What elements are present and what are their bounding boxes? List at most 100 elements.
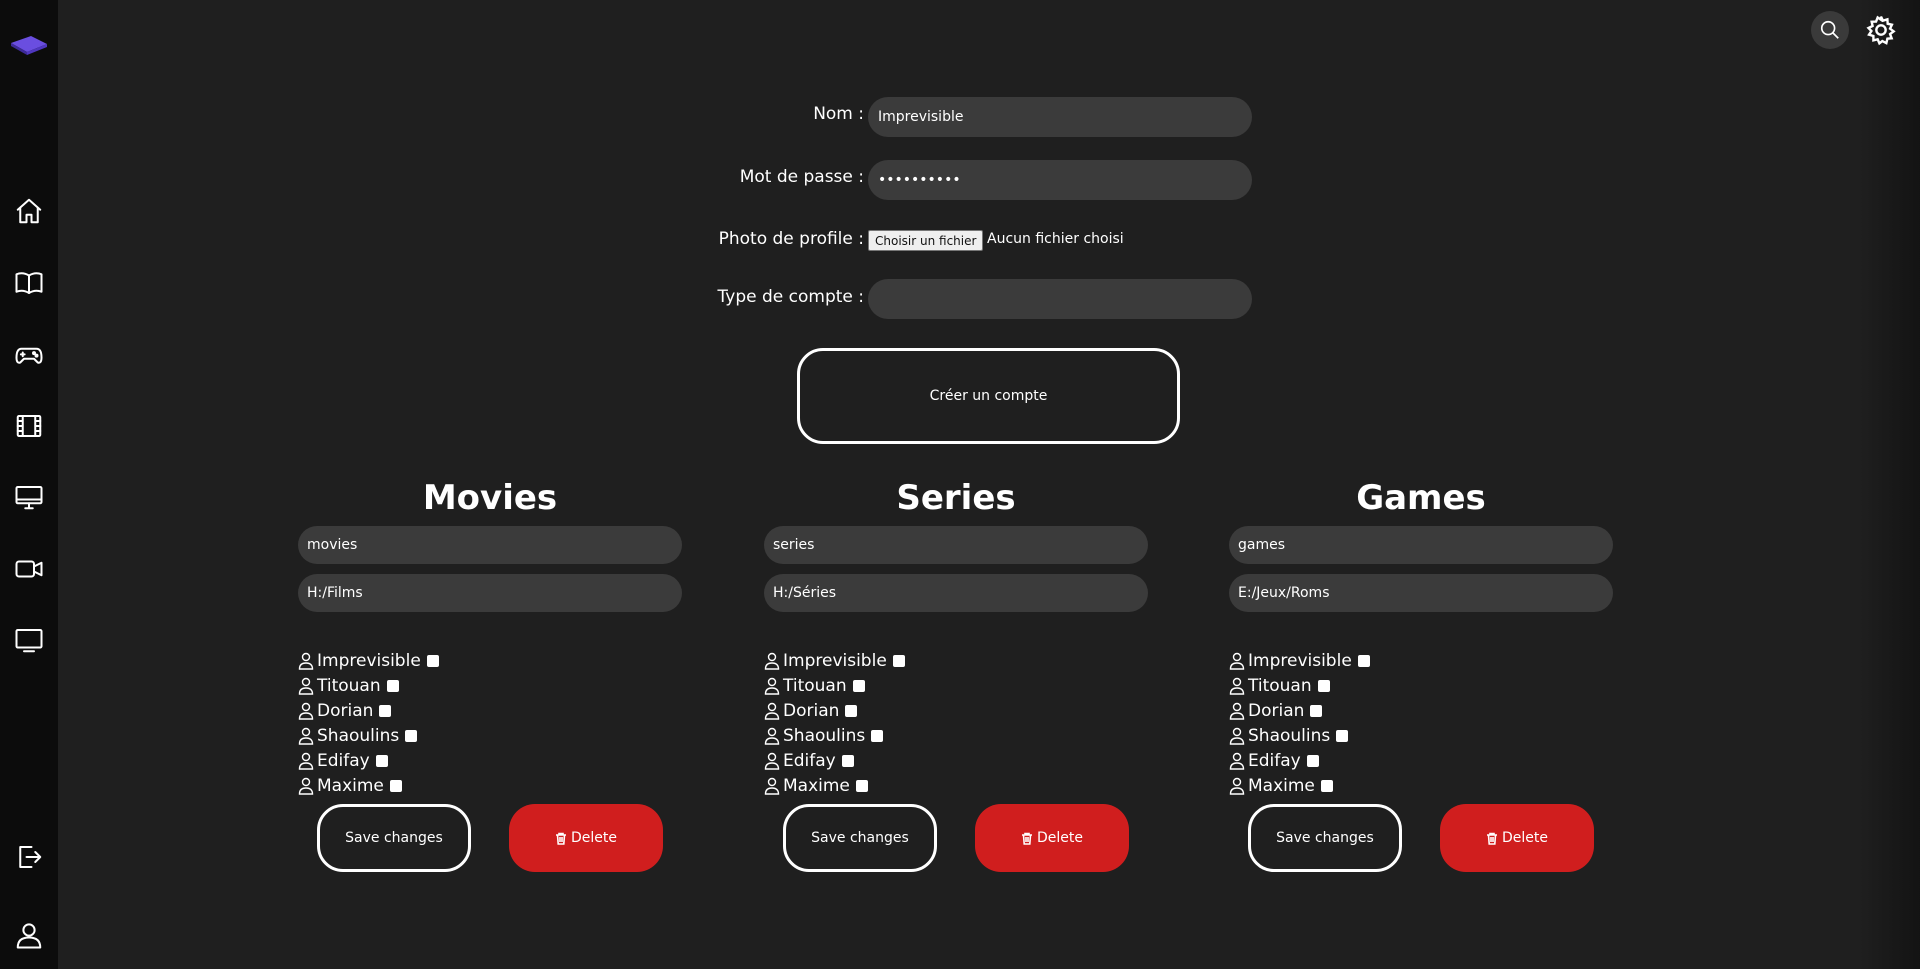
library-path-input[interactable]: E:/Jeux/Roms (1229, 574, 1613, 612)
user-checkbox[interactable] (845, 704, 858, 717)
user-row: Dorian (1229, 698, 1613, 723)
user-checkbox[interactable] (1317, 679, 1330, 692)
user-icon (764, 727, 780, 745)
user-icon (298, 727, 314, 745)
user-icon (1229, 752, 1245, 770)
user-checkbox[interactable] (389, 779, 402, 792)
delete-label: Delete (571, 830, 617, 846)
delete-button[interactable]: Delete (509, 804, 663, 872)
user-checkbox[interactable] (855, 779, 868, 792)
logout-icon[interactable] (11, 839, 47, 875)
user-name: Titouan (317, 675, 381, 696)
user-name: Titouan (783, 675, 847, 696)
user-row: Edifay (764, 748, 1148, 773)
name-input[interactable]: Imprevisible (868, 97, 1252, 137)
user-name: Edifay (783, 750, 836, 771)
film-icon[interactable] (11, 408, 47, 444)
monitor-icon[interactable] (11, 479, 47, 515)
tv-icon[interactable] (11, 622, 47, 658)
user-checkbox[interactable] (852, 679, 865, 692)
trash-icon (1022, 832, 1032, 845)
user-name: Edifay (1248, 750, 1301, 771)
user-name: Maxime (1248, 775, 1315, 796)
user-row: Shaoulins (298, 723, 682, 748)
file-status-text: Aucun fichier choisi (987, 231, 1124, 247)
user-icon (298, 777, 314, 795)
library-name-input[interactable]: games (1229, 526, 1613, 564)
user-name: Maxime (783, 775, 850, 796)
trash-icon (556, 832, 566, 845)
save-button[interactable]: Save changes (317, 804, 471, 872)
save-button[interactable]: Save changes (783, 804, 937, 872)
user-icon (298, 702, 314, 720)
gear-icon[interactable] (1862, 11, 1900, 49)
user-row: Titouan (1229, 673, 1613, 698)
user-checkbox[interactable] (1336, 729, 1349, 742)
user-checkbox[interactable] (386, 679, 399, 692)
user-row: Shaoulins (764, 723, 1148, 748)
user-icon[interactable] (11, 917, 47, 953)
user-row: Dorian (764, 698, 1148, 723)
library-path-input[interactable]: H:/Films (298, 574, 682, 612)
user-icon (1229, 677, 1245, 695)
user-checkbox[interactable] (871, 729, 884, 742)
user-checkbox[interactable] (841, 754, 854, 767)
library-path-input[interactable]: H:/Séries (764, 574, 1148, 612)
user-row: Imprevisible (298, 648, 682, 673)
user-icon (764, 777, 780, 795)
user-row: Dorian (298, 698, 682, 723)
user-checkbox[interactable] (426, 654, 439, 667)
library-name-input[interactable]: movies (298, 526, 682, 564)
password-input[interactable]: •••••••••• (868, 160, 1252, 200)
user-icon (764, 677, 780, 695)
section-title: Games (1356, 478, 1486, 518)
user-checkbox[interactable] (1357, 654, 1370, 667)
name-label: Nom : (813, 104, 864, 124)
user-checkbox[interactable] (1310, 704, 1323, 717)
account-type-input[interactable] (868, 279, 1252, 319)
section-series: Series series H:/Séries Imprevisible Tit… (764, 470, 1148, 874)
delete-button[interactable]: Delete (975, 804, 1129, 872)
account-type-label: Type de compte : (717, 287, 864, 307)
user-checkbox[interactable] (375, 754, 388, 767)
user-name: Titouan (1248, 675, 1312, 696)
user-checkbox[interactable] (1306, 754, 1319, 767)
user-icon (1229, 652, 1245, 670)
user-checkbox[interactable] (379, 704, 392, 717)
user-name: Dorian (1248, 700, 1305, 721)
delete-label: Delete (1502, 830, 1548, 846)
user-row: Edifay (298, 748, 682, 773)
user-name: Imprevisible (1248, 650, 1352, 671)
photo-label: Photo de profile : (718, 229, 864, 249)
user-row: Imprevisible (1229, 648, 1613, 673)
delete-button[interactable]: Delete (1440, 804, 1594, 872)
button-row: Save changes Delete (1229, 804, 1613, 874)
book-icon[interactable] (11, 265, 47, 301)
choose-file-button[interactable]: Choisir un fichier (868, 230, 984, 251)
user-row: Imprevisible (764, 648, 1148, 673)
user-row: Maxime (1229, 773, 1613, 798)
create-account-button[interactable]: Créer un compte (797, 348, 1180, 444)
user-checkbox[interactable] (1320, 779, 1333, 792)
save-button[interactable]: Save changes (1248, 804, 1402, 872)
search-icon[interactable] (1811, 11, 1849, 49)
user-icon (1229, 777, 1245, 795)
user-row: Titouan (764, 673, 1148, 698)
user-name: Edifay (317, 750, 370, 771)
user-name: Shaoulins (783, 725, 866, 746)
delete-label: Delete (1037, 830, 1083, 846)
user-icon (764, 752, 780, 770)
user-icon (764, 702, 780, 720)
gamepad-icon[interactable] (11, 337, 47, 373)
logo-icon[interactable] (9, 34, 49, 56)
user-checkbox[interactable] (405, 729, 418, 742)
user-name: Dorian (783, 700, 840, 721)
user-row: Maxime (298, 773, 682, 798)
home-icon[interactable] (11, 193, 47, 229)
user-checkbox[interactable] (892, 654, 905, 667)
section-title: Series (896, 478, 1016, 518)
video-camera-icon[interactable] (11, 551, 47, 587)
library-name-input[interactable]: series (764, 526, 1148, 564)
user-name: Imprevisible (317, 650, 421, 671)
trash-icon (1487, 832, 1497, 845)
